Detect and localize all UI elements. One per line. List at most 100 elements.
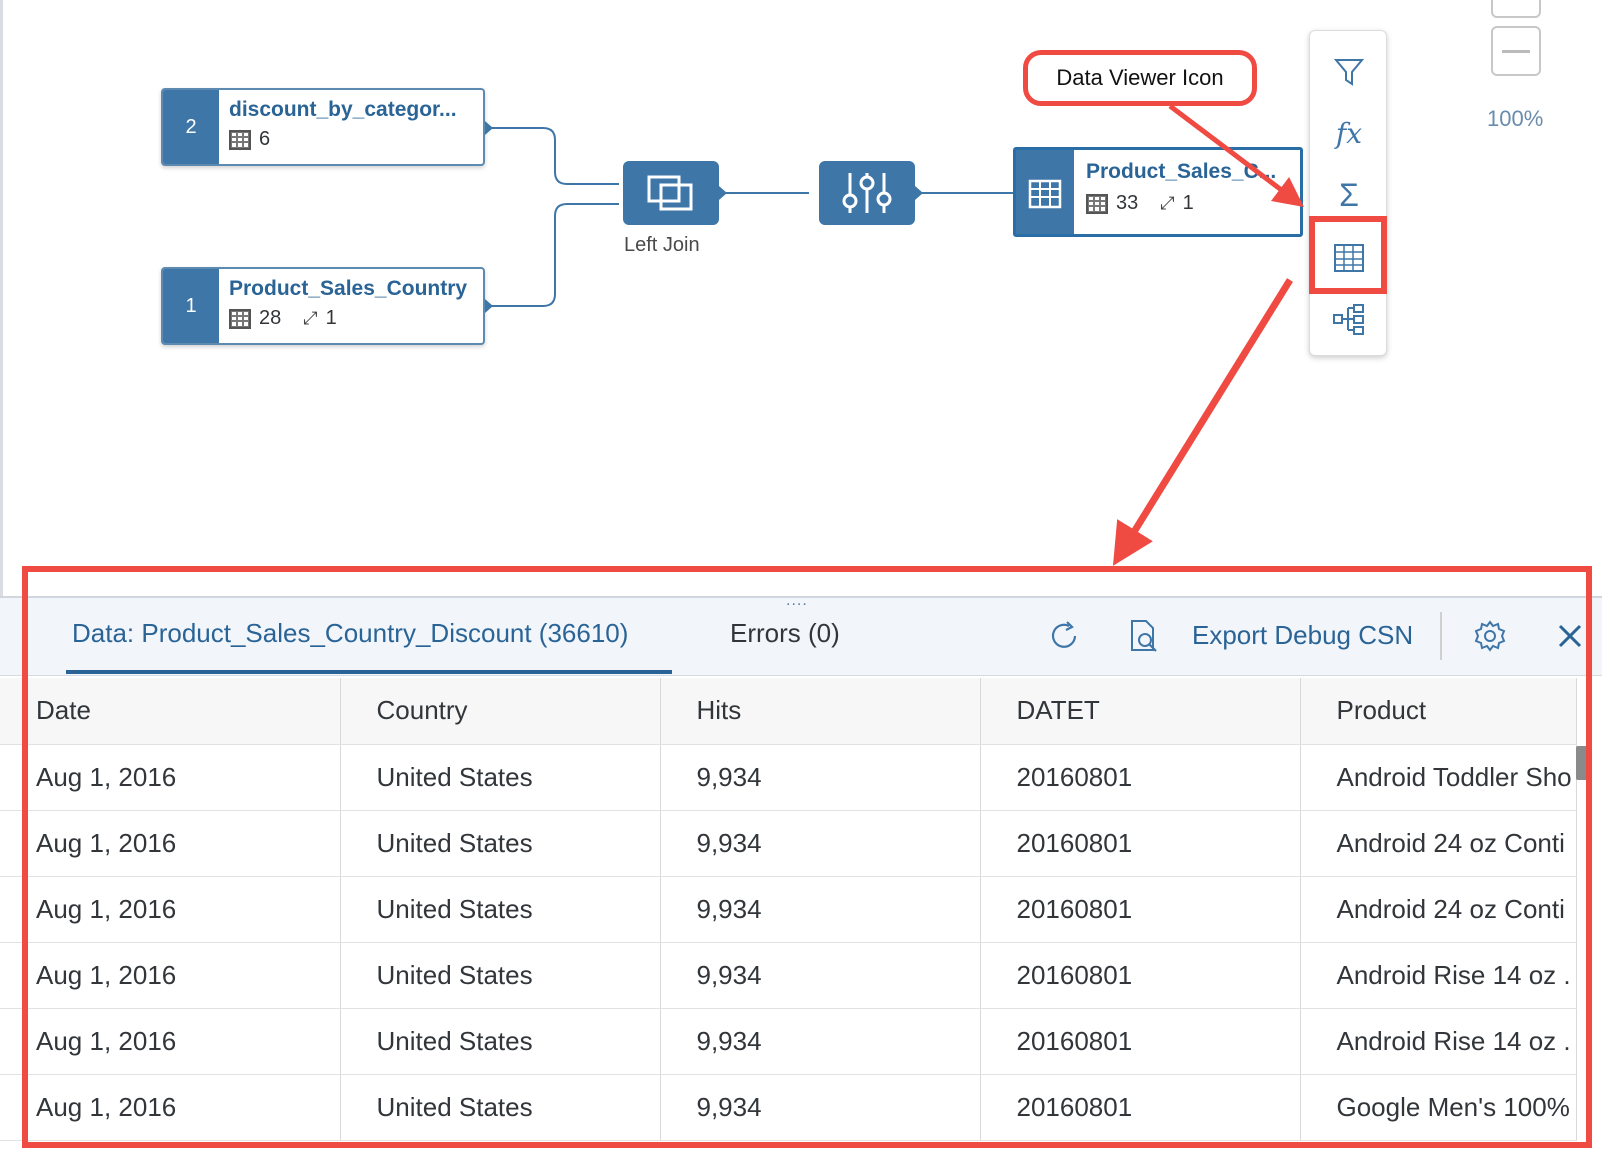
table-cell: United States (340, 876, 661, 943)
formula-icon: fx (1335, 116, 1363, 150)
output-port[interactable] (719, 186, 727, 200)
zoom-out-button[interactable] (1491, 26, 1541, 76)
node-title: Product_Sales_Country (229, 277, 468, 300)
table-cell: Android Rise 14 oz . (1300, 942, 1577, 1009)
table-row[interactable]: Aug 1, 2016 United States 9,934 20160801… (0, 810, 1577, 877)
table-cell: 20160801 (980, 1074, 1301, 1141)
flow-canvas: 2 discount_by_categor... 6 1 Product_Sal… (0, 0, 1602, 600)
document-search-icon (1131, 620, 1157, 652)
table-row[interactable]: Aug 1, 2016 United States 9,934 20160801… (0, 876, 1577, 943)
header-divider (1440, 612, 1442, 660)
table-cell: Aug 1, 2016 (0, 942, 341, 1009)
table-row[interactable]: Aug 1, 2016 United States 9,934 20160801… (0, 1008, 1577, 1075)
table-cell: 9,934 (660, 1008, 981, 1075)
zoom-level: 100% (1487, 106, 1544, 131)
column-header[interactable]: Hits (660, 678, 981, 745)
table-cell: United States (340, 810, 661, 877)
panel-header: .... Data: Product_Sales_Country_Discoun… (0, 592, 1602, 676)
table-cell: Android Toddler Sho (1300, 744, 1577, 811)
table-row[interactable]: Aug 1, 2016 United States 9,934 20160801… (0, 942, 1577, 1009)
join-label: Left Join (624, 234, 700, 256)
refresh-icon (1051, 621, 1077, 648)
target-node[interactable]: Product_Sales_C... 33 ⤢ 1 (1013, 147, 1303, 237)
vertical-scrollbar[interactable] (1576, 746, 1588, 780)
output-port[interactable] (485, 299, 493, 313)
column-count: 28 (259, 307, 282, 329)
sum-icon: Σ (1339, 176, 1359, 213)
table-cell: Android 24 oz Conti (1300, 810, 1577, 877)
left-join-node[interactable] (623, 161, 719, 225)
data-table: Date Country Hits DATET Product Aug 1, 2… (0, 678, 1577, 1141)
table-cell: Aug 1, 2016 (0, 876, 341, 943)
node-index: 2 (163, 90, 219, 164)
target-table-icon-box (1016, 150, 1074, 234)
node-index: 1 (163, 269, 219, 343)
node-title: Product_Sales_C... (1086, 160, 1277, 183)
source-node-product-sales[interactable]: 1 Product_Sales_Country 28 ⤢ 1 (161, 267, 485, 345)
filter-button[interactable] (1323, 45, 1375, 97)
target-table-icon (1028, 179, 1062, 209)
callout-label: Data Viewer Icon (1023, 50, 1257, 106)
minus-icon (1502, 49, 1530, 53)
column-count: 33 (1116, 192, 1139, 214)
table-cell: Aug 1, 2016 (0, 1074, 341, 1141)
table-cell: United States (340, 1074, 661, 1141)
tab-data[interactable]: Data: Product_Sales_Country_Discount (36… (72, 618, 628, 649)
settings-button[interactable] (1470, 616, 1510, 656)
refresh-button[interactable] (1044, 616, 1084, 656)
lineage-button[interactable] (1323, 293, 1375, 345)
gear-icon (1474, 620, 1506, 652)
hierarchy-icon (1333, 304, 1364, 335)
link-count: 1 (325, 307, 337, 329)
table-icon (1086, 193, 1108, 214)
table-cell: United States (340, 942, 661, 1009)
column-header[interactable]: DATET (980, 678, 1301, 745)
table-cell: 9,934 (660, 1074, 981, 1141)
sliders-icon (842, 173, 892, 213)
table-cell: 20160801 (980, 1008, 1301, 1075)
column-header[interactable]: Country (340, 678, 661, 745)
join-icon (647, 175, 693, 211)
node-title: discount_by_categor... (229, 98, 457, 121)
preview-button[interactable] (1124, 616, 1164, 656)
filter-icon (1333, 59, 1365, 86)
table-cell: 20160801 (980, 876, 1301, 943)
aggregation-button[interactable]: Σ (1323, 169, 1375, 221)
tab-errors[interactable]: Errors (0) (730, 618, 840, 649)
table-row[interactable]: Aug 1, 2016 United States 9,934 20160801… (0, 1074, 1577, 1141)
link-count: 1 (1182, 192, 1194, 214)
table-icon (229, 129, 251, 150)
link-icon: ⤢ (303, 308, 318, 328)
table-cell: 20160801 (980, 810, 1301, 877)
table-row[interactable]: Aug 1, 2016 United States 9,934 20160801… (0, 744, 1577, 811)
column-header[interactable]: Date (0, 678, 341, 745)
table-cell: 9,934 (660, 876, 981, 943)
column-count: 6 (259, 128, 271, 150)
table-cell: Android 24 oz Conti (1300, 876, 1577, 943)
table-cell: Android Rise 14 oz . (1300, 1008, 1577, 1075)
zoom-in-button[interactable] (1491, 0, 1541, 18)
projection-node[interactable] (819, 161, 915, 225)
close-button[interactable] (1550, 616, 1590, 656)
formula-button[interactable]: fx (1323, 107, 1375, 159)
link-icon: ⤢ (1160, 193, 1175, 213)
table-cell: 20160801 (980, 744, 1301, 811)
column-header[interactable]: Product (1300, 678, 1577, 745)
resize-handle[interactable]: .... (786, 592, 808, 610)
source-node-discount[interactable]: 2 discount_by_categor... 6 (161, 88, 485, 166)
table-cell: 9,934 (660, 810, 981, 877)
table-cell: Aug 1, 2016 (0, 810, 341, 877)
table-cell: 9,934 (660, 744, 981, 811)
table-cell: 20160801 (980, 942, 1301, 1009)
output-port[interactable] (915, 186, 923, 200)
export-debug-csn-button[interactable]: Export Debug CSN (1192, 620, 1413, 651)
table-icon (229, 308, 251, 329)
table-cell: Aug 1, 2016 (0, 744, 341, 811)
table-cell: Google Men's 100% (1300, 1074, 1577, 1141)
output-port[interactable] (485, 121, 493, 135)
table-cell: United States (340, 1008, 661, 1075)
active-tab-indicator (66, 670, 672, 674)
table-cell: United States (340, 744, 661, 811)
data-viewer-panel: .... Data: Product_Sales_Country_Discoun… (0, 592, 1602, 1162)
table-cell: 9,934 (660, 942, 981, 1009)
